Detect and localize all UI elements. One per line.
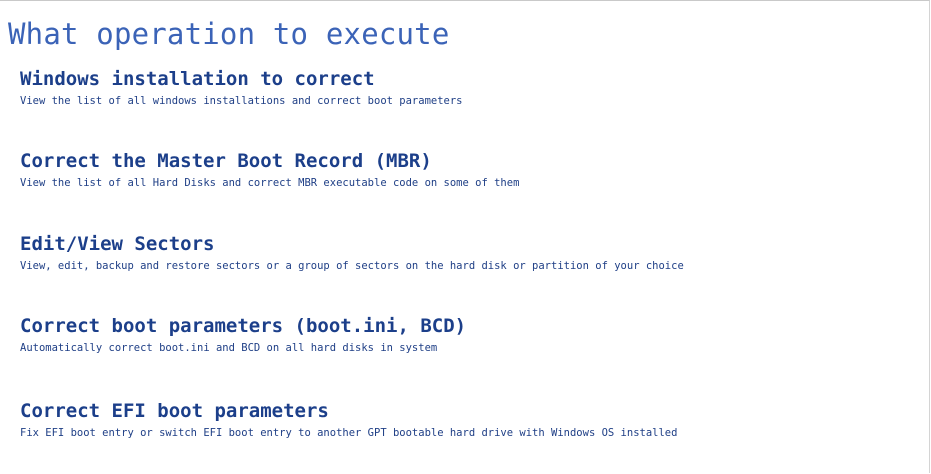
page-title: What operation to execute <box>8 17 450 51</box>
operation-description: Automatically correct boot.ini and BCD o… <box>20 342 438 354</box>
operation-description: Fix EFI boot entry or switch EFI boot en… <box>20 427 678 439</box>
operation-description: View the list of all Hard Disks and corr… <box>20 177 520 189</box>
operation-title[interactable]: Correct the Master Boot Record (MBR) <box>20 149 519 173</box>
operation-description: View the list of all windows installatio… <box>20 95 463 107</box>
operation-correct-efi-boot-link[interactable]: Correct EFI boot parameters Fix EFI boot… <box>20 399 677 440</box>
operation-title[interactable]: Edit/View Sectors <box>20 232 684 256</box>
operation-edit-view-sectors-link[interactable]: Edit/View Sectors View, edit, backup and… <box>20 232 684 273</box>
operation-correct-mbr-link[interactable]: Correct the Master Boot Record (MBR) Vie… <box>20 149 519 190</box>
operation-title[interactable]: Windows installation to correct <box>20 67 463 91</box>
operation-title[interactable]: Correct EFI boot parameters <box>20 399 677 423</box>
operation-description: View, edit, backup and restore sectors o… <box>20 260 684 272</box>
operation-title[interactable]: Correct boot parameters (boot.ini, BCD) <box>20 314 466 338</box>
operation-windows-installation-link[interactable]: Windows installation to correct View the… <box>20 67 463 108</box>
operation-correct-boot-parameters-link[interactable]: Correct boot parameters (boot.ini, BCD) … <box>20 314 466 355</box>
window-frame: What operation to execute Windows instal… <box>0 0 930 473</box>
